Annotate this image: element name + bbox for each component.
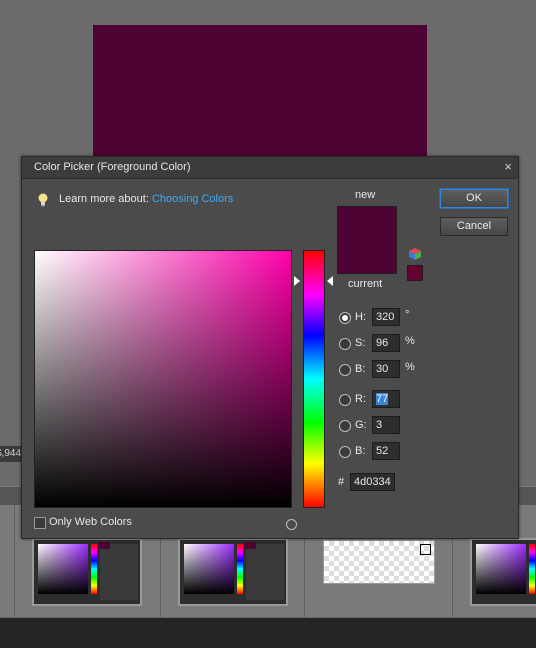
blue-radio[interactable]	[339, 446, 351, 458]
new-color-label: new	[355, 189, 376, 201]
hex-symbol: #	[338, 476, 345, 488]
brightness-label: B:	[355, 363, 366, 375]
blue-label: B:	[355, 445, 366, 457]
bin-thumbnail[interactable]	[470, 538, 536, 606]
hue-unit: °	[405, 309, 410, 321]
hue-radio[interactable]	[339, 312, 351, 324]
ok-button[interactable]: OK	[440, 189, 508, 208]
bottom-bar	[0, 618, 536, 648]
saturation-radio[interactable]	[339, 338, 351, 350]
brightness-unit: %	[405, 361, 415, 373]
saturation-unit: %	[405, 335, 415, 347]
only-web-colors-checkbox[interactable]	[34, 517, 46, 529]
hue-slider-handle-left[interactable]	[294, 276, 300, 286]
red-input[interactable]: 77	[372, 390, 400, 408]
bin-thumbnail[interactable]	[178, 538, 288, 606]
dialog-title: Color Picker (Foreground Color)	[34, 161, 191, 173]
color-picker-dialog: Color Picker (Foreground Color) × Learn …	[21, 156, 519, 539]
cube-icon[interactable]	[408, 247, 422, 261]
close-icon[interactable]: ×	[504, 159, 512, 174]
saturation-input[interactable]: 96	[372, 334, 400, 352]
bin-thumbnail[interactable]	[323, 540, 435, 584]
learn-more-text: Learn more about: Choosing Colors	[59, 193, 233, 205]
color-field-cursor[interactable]	[286, 519, 297, 530]
bin-separator	[14, 505, 15, 617]
saturation-label: S:	[355, 337, 366, 349]
red-radio[interactable]	[339, 394, 351, 406]
choosing-colors-link[interactable]: Choosing Colors	[152, 193, 233, 205]
blue-input[interactable]: 52	[372, 442, 400, 460]
hue-slider-handle-right[interactable]	[327, 276, 333, 286]
dialog-titlebar[interactable]: Color Picker (Foreground Color) ×	[22, 157, 518, 179]
hue-label: H:	[355, 311, 366, 323]
red-label: R:	[355, 393, 366, 405]
thumbnail-badge-icon	[420, 544, 431, 555]
cancel-button[interactable]: Cancel	[440, 217, 508, 236]
only-web-colors-label: Only Web Colors	[49, 516, 132, 528]
hue-input[interactable]: 320	[372, 308, 400, 326]
green-label: G:	[355, 419, 367, 431]
new-current-swatch	[337, 206, 397, 274]
bin-thumbnail[interactable]	[32, 538, 142, 606]
brightness-input[interactable]: 30	[372, 360, 400, 378]
saturation-brightness-field[interactable]	[34, 250, 297, 530]
lightbulb-icon	[38, 193, 48, 207]
web-safe-color-swatch[interactable]	[407, 265, 423, 281]
green-radio[interactable]	[339, 420, 351, 432]
learn-more-prefix: Learn more about:	[59, 193, 152, 205]
foreground-color-preview	[93, 25, 427, 160]
current-color-label: current	[348, 278, 383, 290]
status-bar-text: $,944	[0, 446, 22, 462]
hue-slider[interactable]	[303, 250, 325, 508]
hex-input[interactable]: 4d0334	[350, 473, 395, 491]
red-input-value: 77	[376, 393, 389, 405]
brightness-radio[interactable]	[339, 364, 351, 376]
green-input[interactable]: 3	[372, 416, 400, 434]
